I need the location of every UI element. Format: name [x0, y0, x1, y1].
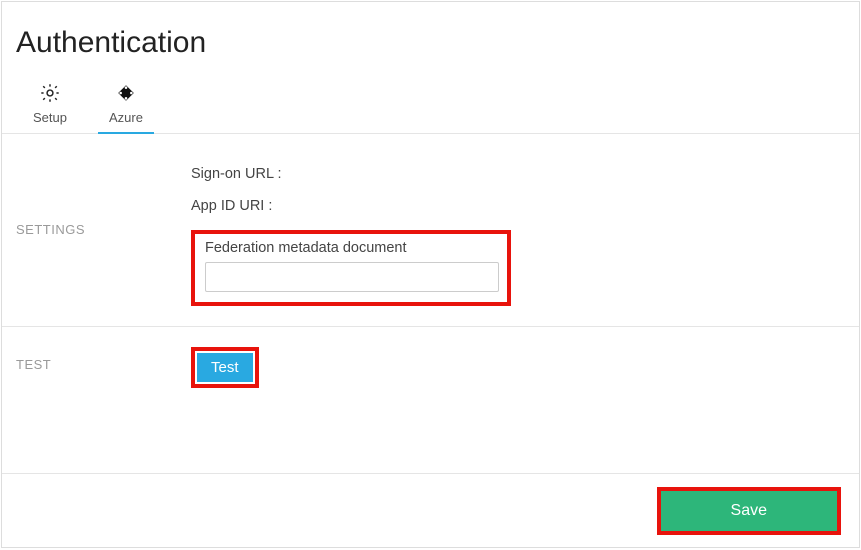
tab-label: Azure: [109, 110, 143, 125]
settings-heading: SETTINGS: [16, 154, 191, 306]
save-highlight: Save: [657, 487, 841, 535]
footer: Save: [2, 473, 859, 547]
appid-uri-label: App ID URI :: [191, 198, 859, 214]
settings-section: SETTINGS Sign-on URL : App ID URI : Fede…: [2, 134, 859, 327]
page-title: Authentication: [16, 26, 859, 60]
federation-metadata-highlight: Federation metadata document: [191, 230, 511, 306]
tab-setup[interactable]: Setup: [26, 82, 74, 133]
tab-azure[interactable]: Azure: [102, 82, 150, 133]
test-section: TEST Test: [2, 327, 859, 408]
diamond-icon: [115, 82, 137, 104]
gear-icon: [39, 82, 61, 104]
federation-metadata-label: Federation metadata document: [205, 240, 497, 256]
test-highlight: Test: [191, 347, 259, 388]
federation-metadata-input[interactable]: [205, 262, 499, 292]
test-heading: TEST: [16, 347, 191, 388]
signon-url-label: Sign-on URL :: [191, 166, 859, 182]
test-button[interactable]: Test: [197, 353, 253, 382]
tab-bar: Setup Azure: [2, 82, 859, 134]
save-button[interactable]: Save: [661, 491, 837, 531]
tab-label: Setup: [33, 110, 67, 125]
